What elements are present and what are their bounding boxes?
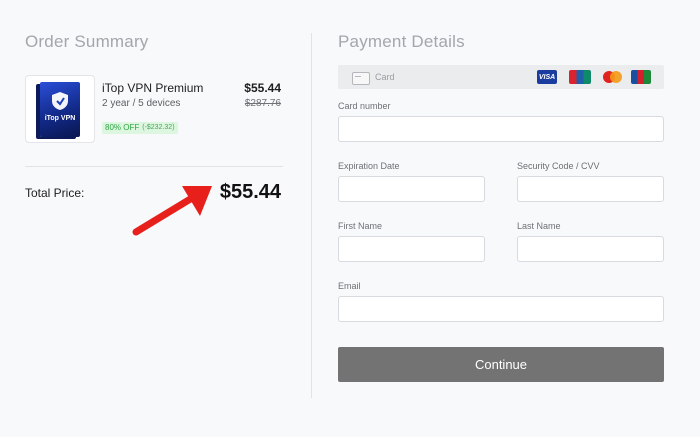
column-divider <box>311 33 312 398</box>
product-image-label: iTop VPN <box>44 114 76 122</box>
first-name-label: First Name <box>338 221 383 231</box>
discount-savings: (-$232.32) <box>142 124 175 131</box>
product-plan: 2 year / 5 devices <box>102 98 181 109</box>
product-price: $55.44 <box>244 81 281 95</box>
arrow-annotation-icon <box>132 186 212 236</box>
jcb-icon <box>631 70 651 84</box>
total-price-value: $55.44 <box>219 181 281 203</box>
product-old-price: $287.76 <box>244 98 281 109</box>
email-label: Email <box>338 281 361 291</box>
expiration-date-input[interactable] <box>338 176 485 202</box>
card-number-label: Card number <box>338 101 391 111</box>
card-icon <box>352 72 370 85</box>
order-summary-title: Order Summary <box>25 32 149 51</box>
product-name: iTop VPN Premium <box>102 81 204 95</box>
payment-details-title: Payment Details <box>338 32 465 51</box>
cvv-input[interactable] <box>517 176 664 202</box>
total-price-label: Total Price: <box>25 186 85 200</box>
cvv-label: Security Code / CVV <box>517 161 600 171</box>
continue-button[interactable]: Continue <box>338 347 664 382</box>
first-name-input[interactable] <box>338 236 485 262</box>
shield-icon <box>52 91 68 110</box>
expiration-date-label: Expiration Date <box>338 161 400 171</box>
unionpay-icon <box>569 70 591 84</box>
last-name-input[interactable] <box>517 236 664 262</box>
payment-method-card[interactable]: Card VISA <box>338 65 664 89</box>
visa-icon: VISA <box>537 70 557 84</box>
last-name-label: Last Name <box>517 221 561 231</box>
email-input[interactable] <box>338 296 664 322</box>
payment-method-label: Card <box>375 72 395 82</box>
card-number-input[interactable] <box>338 116 664 142</box>
discount-percent: 80% OFF <box>105 123 140 132</box>
mastercard-icon <box>602 70 622 84</box>
product-image: iTop VPN <box>25 75 95 143</box>
discount-badge: 80% OFF (-$232.32) <box>102 122 178 134</box>
summary-divider <box>25 166 283 167</box>
product-box-icon: iTop VPN <box>40 81 80 137</box>
